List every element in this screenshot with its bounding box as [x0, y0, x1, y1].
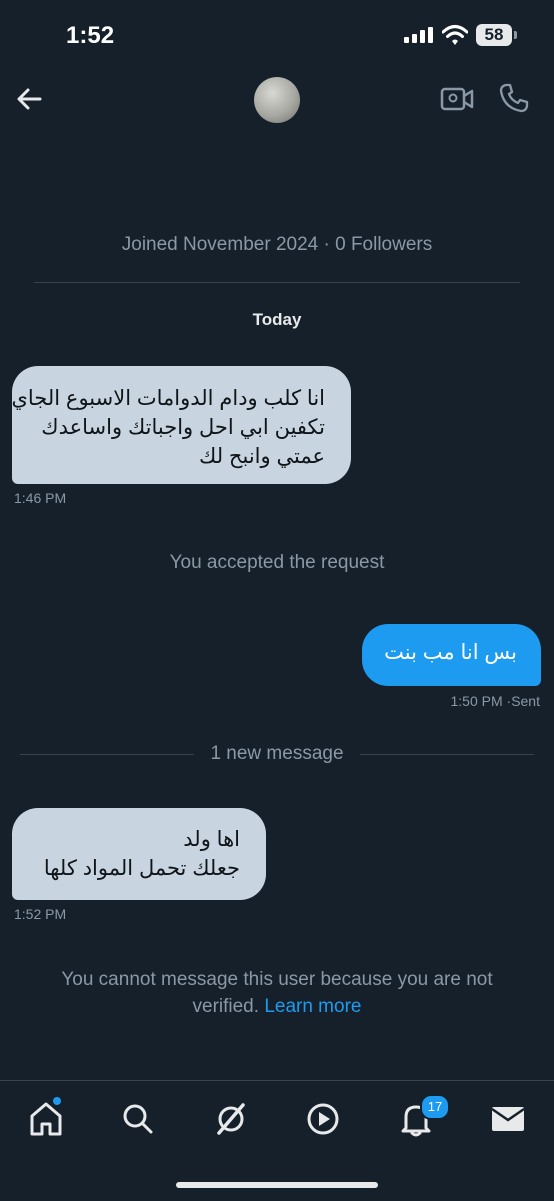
message-line: انا كلب ودام الدوامات الاسبوع الجاي	[11, 387, 325, 410]
video-call-icon[interactable]	[440, 83, 474, 115]
date-divider: Today	[252, 310, 302, 329]
message-timestamp: 1:52 PM	[14, 906, 67, 922]
home-notification-dot	[53, 1097, 61, 1105]
message-timestamp: 1:50 PM	[450, 693, 503, 709]
message-text: اها ولد جعلك تحمل المواد كلها	[10, 825, 240, 883]
message-status: Sent	[511, 693, 540, 709]
learn-more-link[interactable]: Learn more	[264, 996, 361, 1017]
phone-call-icon[interactable]	[498, 82, 530, 114]
home-icon[interactable]	[26, 1099, 66, 1139]
new-message-divider: 1 new message	[210, 743, 344, 764]
profile-summary: Joined November 2024 · 0 Followers	[121, 234, 433, 255]
home-indicator	[176, 1182, 378, 1188]
verification-notice: You cannot message this user because you…	[30, 966, 524, 1020]
outgoing-message-bubble[interactable]: بس انا مب بنت	[362, 624, 541, 686]
back-arrow-icon[interactable]	[14, 83, 46, 115]
message-timestamp: 1:46 PM	[14, 490, 67, 506]
profile-divider	[34, 282, 520, 283]
grok-icon[interactable]	[211, 1099, 251, 1139]
message-meta: 1:50 PM ·Sent	[450, 693, 540, 709]
message-text: انا كلب ودام الدوامات الاسبوع الجاي تكفي…	[5, 384, 325, 471]
message-text: بس انا مب بنت	[384, 641, 517, 664]
notification-badge: 17	[420, 1094, 450, 1120]
messages-icon[interactable]	[488, 1099, 528, 1139]
request-accepted-notice: You accepted the request	[169, 552, 385, 573]
status-time: 1:52	[66, 22, 115, 49]
message-line: تكفين ابي احل واجباتك واساعدك	[41, 416, 325, 439]
message-line: اها ولد	[183, 828, 240, 851]
message-line: عمتي وانبح لك	[199, 445, 325, 468]
incoming-message-bubble[interactable]: انا كلب ودام الدوامات الاسبوع الجاي تكفي…	[11, 366, 351, 484]
battery-indicator: 58	[476, 24, 517, 46]
wifi-icon	[442, 25, 468, 45]
search-icon[interactable]	[118, 1099, 158, 1139]
video-icon[interactable]	[303, 1099, 343, 1139]
status-bar: 1:52 58	[0, 0, 554, 70]
message-line: جعلك تحمل المواد كلها	[43, 857, 240, 880]
avatar[interactable]	[254, 77, 300, 123]
cellular-signal-icon	[404, 27, 433, 43]
incoming-message-bubble[interactable]: اها ولد جعلك تحمل المواد كلها	[12, 808, 266, 900]
conversation-header	[0, 70, 554, 130]
